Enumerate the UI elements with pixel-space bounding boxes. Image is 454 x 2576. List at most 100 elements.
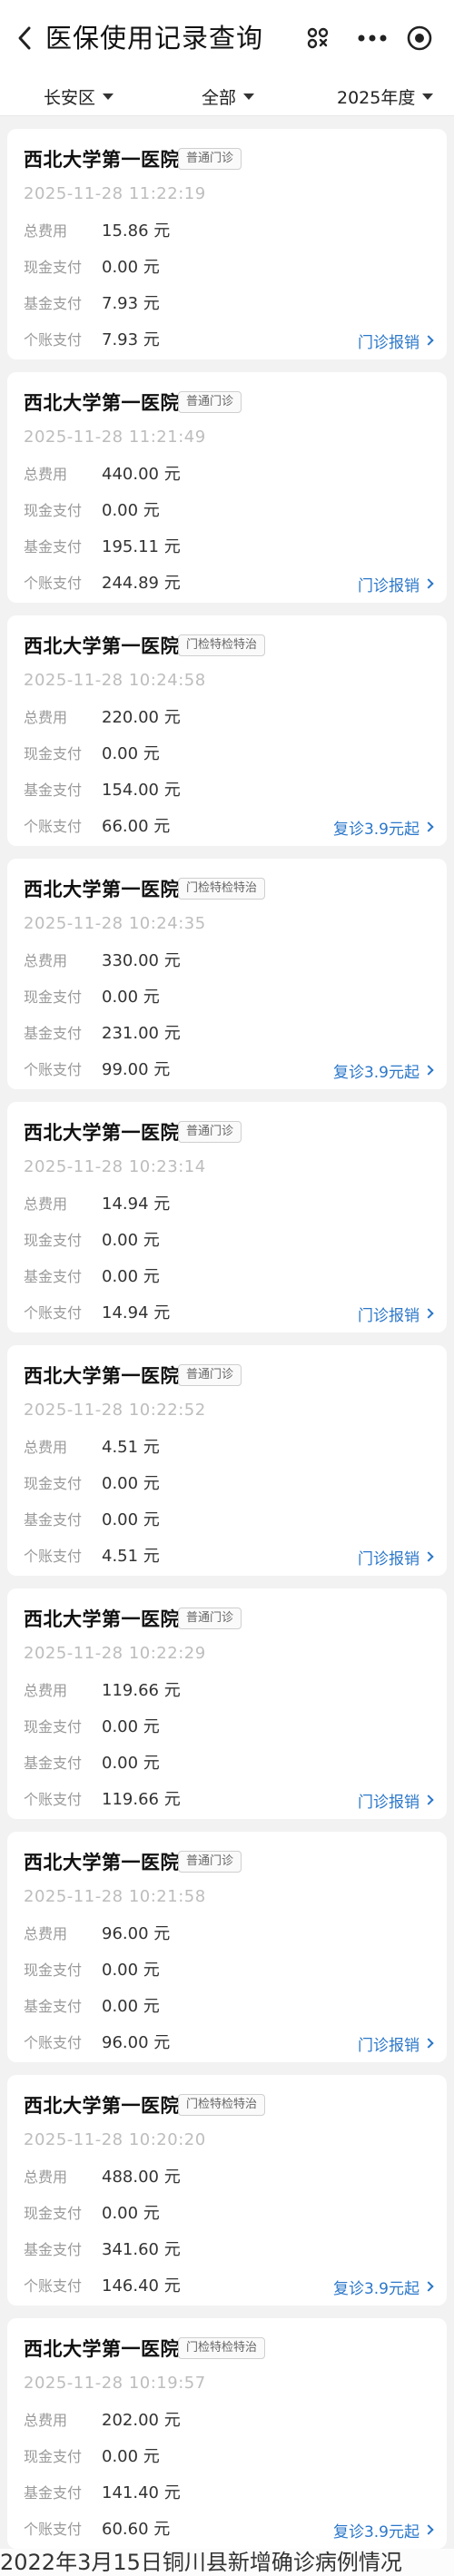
card-action-link[interactable]: 门诊报销	[358, 1545, 434, 1568]
total-label: 总费用	[24, 466, 68, 483]
card-action-link[interactable]: 复诊3.9元起	[332, 2518, 434, 2542]
more-button[interactable]	[354, 22, 390, 54]
card-action-link[interactable]: 门诊报销	[358, 329, 434, 352]
fund-value: 231.00 元	[102, 1024, 181, 1043]
card-action-link[interactable]: 门诊报销	[358, 572, 434, 595]
card-action-label: 复诊3.9元起	[332, 1063, 419, 1082]
chevron-right-icon	[423, 1794, 434, 1805]
card-action-link[interactable]: 门诊报销	[358, 1302, 434, 1325]
top-header: 医保使用记录查询	[0, 0, 454, 76]
hospital-name: 西北大学第一医院	[24, 1122, 180, 1144]
fund-value: 0.00 元	[102, 1997, 160, 2016]
record-card[interactable]: 西北大学第一医院 普通门诊 2025-11-28 10:23:14 总费用 14…	[7, 1102, 447, 1332]
cash-value: 0.00 元	[102, 988, 160, 1007]
total-label: 总费用	[24, 1925, 68, 1942]
record-card[interactable]: 西北大学第一医院 普通门诊 2025-11-28 10:21:58 总费用 96…	[7, 1832, 447, 2062]
fund-label: 基金支付	[24, 2241, 83, 2258]
target-icon	[407, 25, 432, 51]
record-card[interactable]: 西北大学第一医院 门检特检特治 2025-11-28 10:24:35 总费用 …	[7, 859, 447, 1089]
total-value: 440.00 元	[102, 465, 181, 484]
personal-value: 7.93 元	[102, 330, 160, 349]
card-action-link[interactable]: 门诊报销	[358, 2031, 434, 2055]
card-action-link[interactable]: 门诊报销	[358, 1788, 434, 1812]
more-dots-icon	[358, 34, 387, 42]
fund-label: 基金支付	[24, 2484, 83, 2502]
total-value: 202.00 元	[102, 2411, 181, 2430]
type-filter[interactable]: 全部	[202, 76, 255, 116]
cash-label: 现金支付	[24, 988, 83, 1006]
personal-value: 14.94 元	[102, 1303, 171, 1322]
total-label: 总费用	[24, 1195, 68, 1213]
hospital-name: 西北大学第一医院	[24, 879, 180, 900]
card-action-label: 门诊报销	[358, 2036, 419, 2055]
type-filter-label: 全部	[202, 87, 237, 108]
record-time: 2025-11-28 10:21:58	[24, 1887, 206, 1906]
fund-value: 7.93 元	[102, 294, 160, 313]
hospital-name: 西北大学第一医院	[24, 635, 180, 657]
fund-value: 154.00 元	[102, 781, 181, 800]
card-action-label: 门诊报销	[358, 1793, 419, 1812]
chevron-left-icon	[18, 26, 31, 50]
card-action-label: 复诊3.9元起	[332, 820, 419, 839]
fund-value: 141.40 元	[102, 2483, 181, 2502]
total-label: 总费用	[24, 709, 68, 726]
personal-label: 个账支付	[24, 1548, 83, 1565]
total-label: 总费用	[24, 2168, 68, 2186]
visit-type-badge: 门检特检特治	[178, 878, 266, 900]
record-card[interactable]: 西北大学第一医院 门检特检特治 2025-11-28 10:24:58 总费用 …	[7, 615, 447, 846]
chevron-right-icon	[423, 1308, 434, 1319]
year-filter[interactable]: 2025年度	[337, 76, 434, 116]
hospital-name: 西北大学第一医院	[24, 149, 180, 171]
personal-label: 个账支付	[24, 1061, 83, 1078]
hospital-name: 西北大学第一医院	[24, 2338, 180, 2360]
total-label: 总费用	[24, 1439, 68, 1456]
fund-value: 341.60 元	[102, 2240, 181, 2259]
fund-value: 0.00 元	[102, 1267, 160, 1286]
target-button[interactable]	[403, 22, 436, 54]
personal-label: 个账支付	[24, 2521, 83, 2538]
caret-down-icon	[422, 93, 434, 100]
cash-label: 现金支付	[24, 1232, 83, 1249]
card-action-label: 门诊报销	[358, 1549, 419, 1568]
total-value: 220.00 元	[102, 708, 181, 727]
card-action-link[interactable]: 复诊3.9元起	[332, 1058, 434, 1082]
fund-value: 0.00 元	[102, 1754, 160, 1773]
total-value: 330.00 元	[102, 951, 181, 970]
card-action-label: 门诊报销	[358, 576, 419, 595]
chevron-right-icon	[423, 2038, 434, 2049]
cash-value: 0.00 元	[102, 1231, 160, 1250]
personal-label: 个账支付	[24, 1791, 83, 1808]
chevron-right-icon	[423, 1551, 434, 1562]
scan-button[interactable]	[303, 22, 332, 54]
record-card[interactable]: 西北大学第一医院 普通门诊 2025-11-28 10:22:52 总费用 4.…	[7, 1345, 447, 1576]
card-action-link[interactable]: 复诊3.9元起	[332, 815, 434, 839]
card-action-label: 复诊3.9元起	[332, 2522, 419, 2542]
chevron-right-icon	[423, 2281, 434, 2292]
back-button[interactable]	[9, 20, 40, 56]
chevron-right-icon	[423, 578, 434, 589]
district-filter[interactable]: 长安区	[44, 76, 114, 116]
record-card[interactable]: 西北大学第一医院 门检特检特治 2025-11-28 10:19:57 总费用 …	[7, 2318, 447, 2549]
personal-value: 66.00 元	[102, 817, 171, 836]
chevron-right-icon	[423, 335, 434, 346]
record-time: 2025-11-28 10:19:57	[24, 2374, 206, 2393]
fund-label: 基金支付	[24, 1268, 83, 1285]
record-card[interactable]: 西北大学第一医院 门检特检特治 2025-11-28 10:20:20 总费用 …	[7, 2075, 447, 2306]
hospital-name: 西北大学第一医院	[24, 2095, 180, 2117]
personal-label: 个账支付	[24, 1304, 83, 1322]
card-action-link[interactable]: 复诊3.9元起	[332, 2275, 434, 2298]
chevron-right-icon	[423, 2524, 434, 2535]
personal-label: 个账支付	[24, 2277, 83, 2295]
record-time: 2025-11-28 10:22:29	[24, 1644, 206, 1663]
card-action-label: 复诊3.9元起	[332, 2279, 419, 2298]
caret-down-icon	[243, 93, 255, 100]
scan-icon	[307, 27, 329, 49]
personal-label: 个账支付	[24, 2034, 83, 2051]
app-root: 医保使用记录查询 长安区 全部 2025年度 西北大学第一医院 普通门诊 202…	[0, 0, 454, 2576]
personal-value: 4.51 元	[102, 1547, 160, 1566]
record-card[interactable]: 西北大学第一医院 普通门诊 2025-11-28 11:22:19 总费用 15…	[7, 129, 447, 359]
record-card[interactable]: 西北大学第一医院 普通门诊 2025-11-28 10:22:29 总费用 11…	[7, 1588, 447, 1819]
cash-value: 0.00 元	[102, 501, 160, 520]
total-label: 总费用	[24, 222, 68, 240]
record-card[interactable]: 西北大学第一医院 普通门诊 2025-11-28 11:21:49 总费用 44…	[7, 372, 447, 603]
